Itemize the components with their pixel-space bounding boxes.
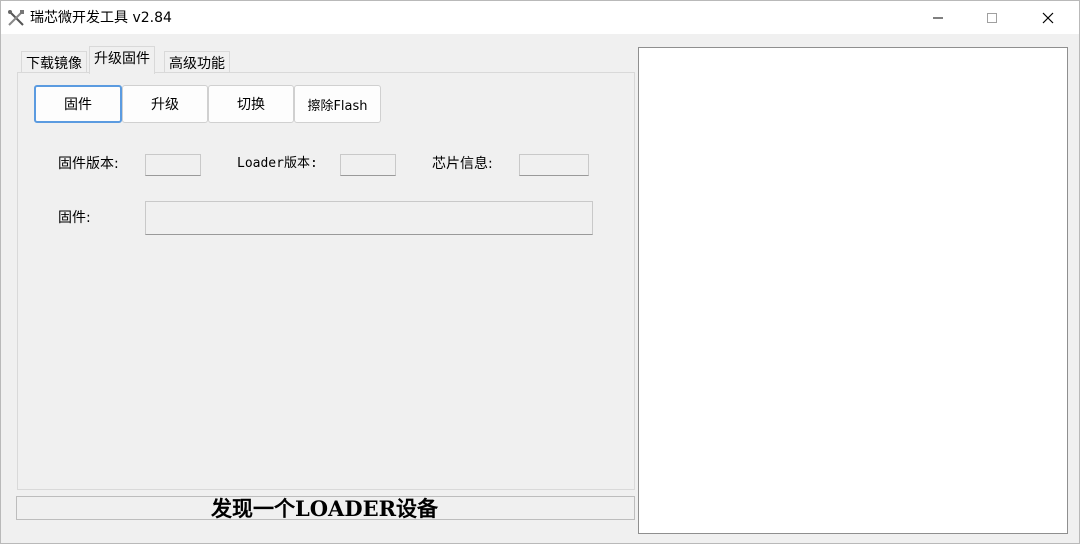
upgrade-button[interactable]: 升级	[122, 85, 208, 123]
maximize-button[interactable]	[969, 1, 1015, 34]
chip-info-field	[519, 154, 589, 176]
log-output-panel[interactable]	[638, 47, 1068, 534]
chip-info-label: 芯片信息:	[432, 156, 493, 172]
firmware-button[interactable]: 固件	[34, 85, 122, 123]
firmware-version-label: 固件版本:	[58, 156, 119, 172]
minimize-icon	[933, 17, 943, 18]
firmware-version-field	[145, 154, 201, 176]
loader-version-field	[340, 154, 396, 176]
status-text: 发现一个LOADER设备	[211, 496, 439, 521]
tools-icon	[7, 9, 25, 27]
switch-button[interactable]: 切换	[208, 85, 294, 123]
loader-version-label: Loader版本:	[237, 156, 318, 171]
maximize-icon	[987, 12, 997, 23]
tab-upgrade-firmware[interactable]: 升级固件	[89, 46, 155, 74]
close-icon	[1042, 12, 1054, 23]
title-bar[interactable]: 瑞芯微开发工具 v2.84	[1, 1, 1079, 34]
app-window: 瑞芯微开发工具 v2.84 下载镜像 升级固件 高级功能 固件 升级 切换 擦除…	[0, 0, 1080, 544]
firmware-path-field	[145, 201, 593, 235]
tab-panel	[17, 72, 635, 490]
window-title: 瑞芯微开发工具 v2.84	[30, 10, 172, 26]
minimize-button[interactable]	[915, 1, 961, 34]
erase-flash-button[interactable]: 擦除Flash	[294, 85, 381, 123]
firmware-path-label: 固件:	[58, 210, 91, 226]
close-button[interactable]	[1025, 1, 1071, 34]
